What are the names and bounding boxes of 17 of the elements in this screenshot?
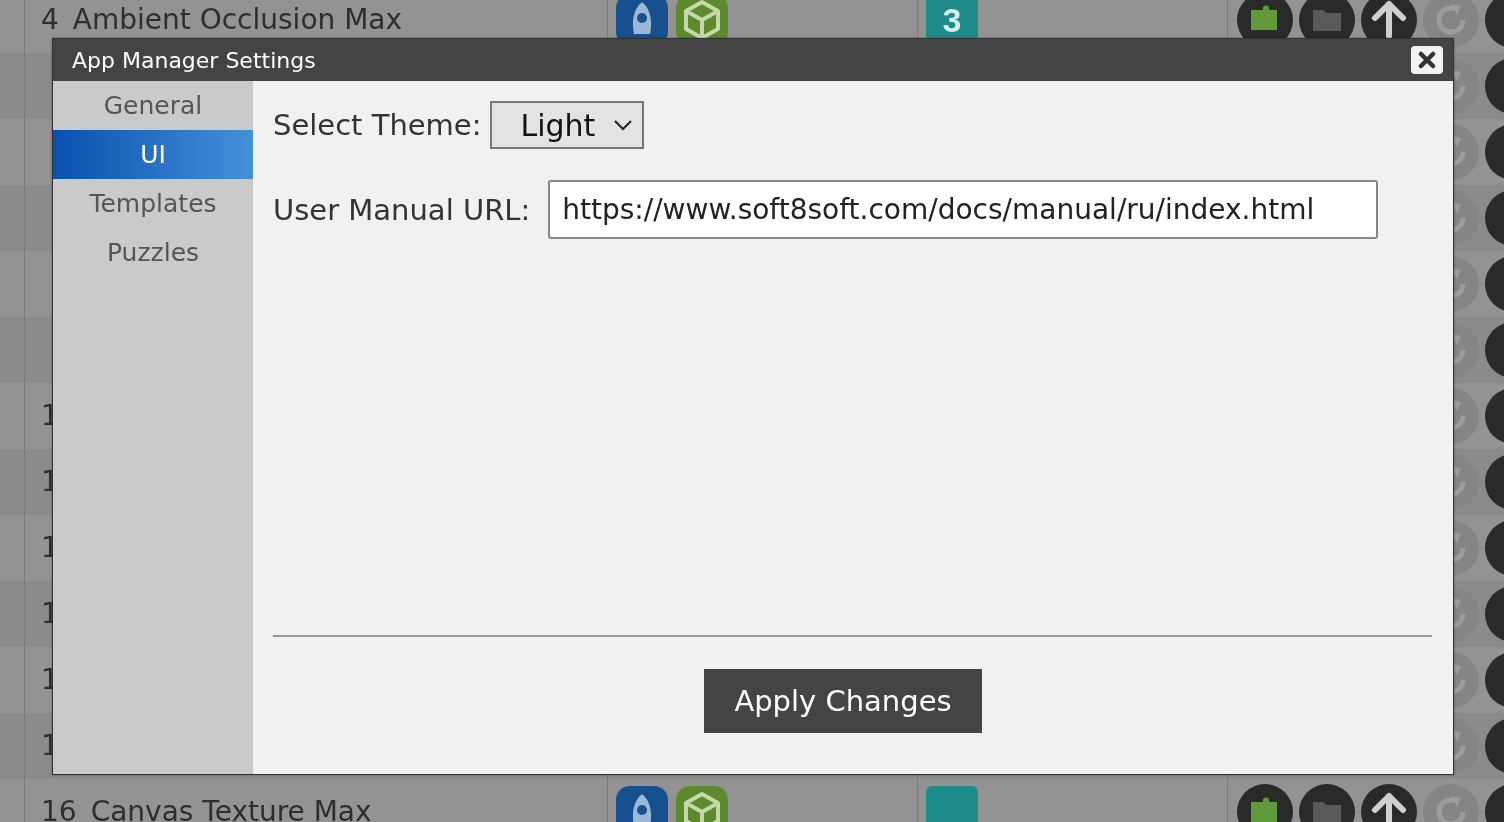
sidebar-item[interactable]: Templates bbox=[53, 179, 253, 228]
chevron-down-icon bbox=[614, 119, 633, 131]
apply-button[interactable]: Apply Changes bbox=[704, 669, 982, 733]
app-name[interactable]: Ambient Occlusion Max bbox=[72, 6, 403, 34]
sidebar-item[interactable]: UI bbox=[53, 130, 253, 179]
url-label: User Manual URL: bbox=[273, 192, 531, 227]
url-field[interactable]: https://www.soft8soft.com/docs/manual/ru/index.html bbox=[548, 180, 1379, 239]
theme-select[interactable]: Light bbox=[490, 101, 645, 149]
close-icon bbox=[1418, 51, 1436, 69]
dialog-title: App Manager Settings bbox=[72, 47, 316, 73]
close-button[interactable] bbox=[1411, 46, 1443, 74]
app-name[interactable]: Canvas Texture Max bbox=[90, 798, 372, 822]
theme-label: Select Theme: bbox=[273, 108, 482, 142]
row-number: 16 bbox=[41, 798, 77, 822]
sidebar-item[interactable]: Puzzles bbox=[53, 228, 253, 277]
sidebar-item[interactable]: General bbox=[53, 81, 253, 130]
row-number: 4 bbox=[41, 6, 59, 34]
